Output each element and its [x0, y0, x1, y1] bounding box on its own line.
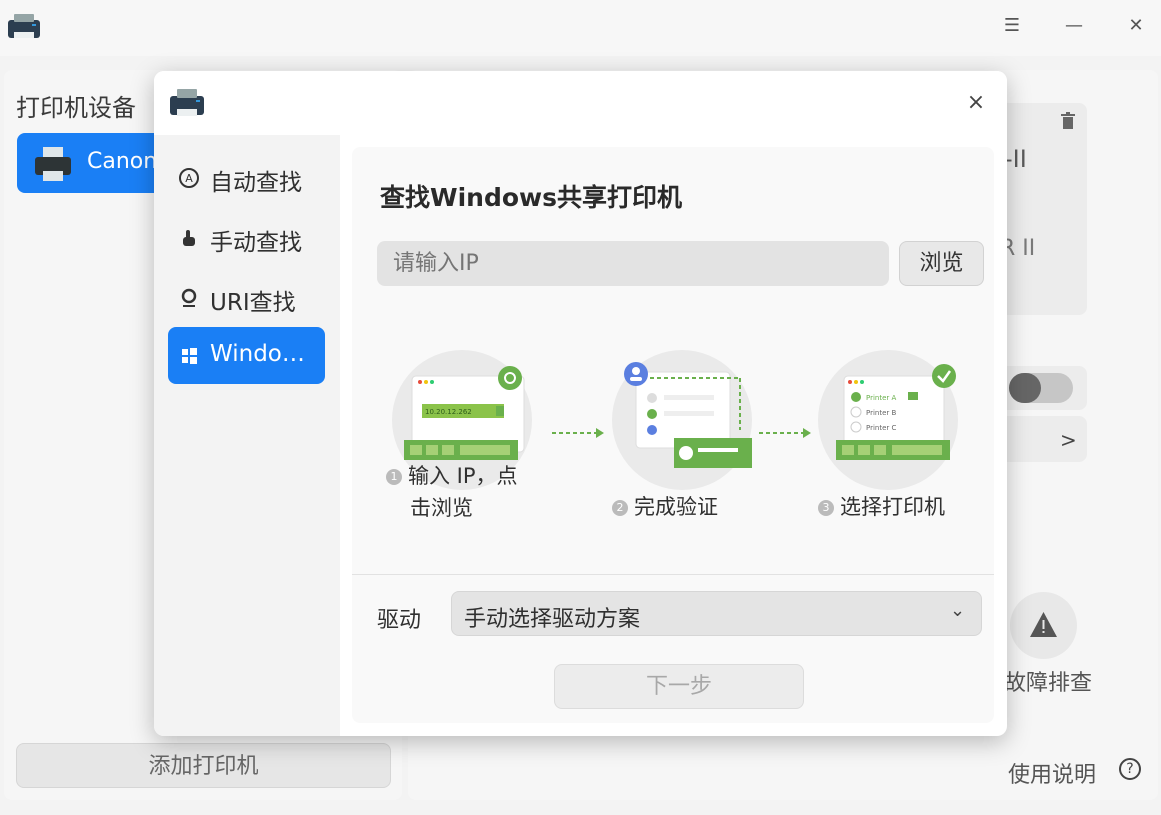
shared-toggle[interactable]	[1009, 373, 1073, 403]
step-1-label: 1 输入 IP，点 击浏览	[386, 460, 518, 524]
printer-app-icon	[170, 89, 204, 116]
auto-search-icon: A	[179, 168, 199, 188]
help-link[interactable]: 使用说明	[1008, 757, 1096, 789]
dialog-close-button[interactable]: ×	[962, 89, 990, 117]
svg-text:A: A	[185, 172, 193, 185]
browse-button[interactable]: 浏览	[899, 241, 984, 286]
troubleshoot-button[interactable]	[1010, 592, 1077, 659]
ip-input[interactable]	[377, 241, 889, 286]
step-number: 3	[818, 500, 834, 516]
warning-icon	[1030, 612, 1057, 637]
step-1-line2: 击浏览	[410, 496, 473, 520]
windows-logo-icon	[182, 348, 197, 364]
printer-list-title: 打印机设备	[16, 94, 136, 122]
main-titlebar: ☰ — ✕	[0, 0, 1161, 56]
step-number: 1	[386, 469, 402, 485]
driver-label: 驱动	[377, 608, 422, 633]
chevron-right-icon: >	[1060, 428, 1077, 452]
arrow-right-icon	[759, 428, 811, 438]
location-pin-icon	[181, 288, 197, 307]
step-2-label: 2 完成验证	[612, 491, 718, 523]
nav-label: 自动查找	[210, 170, 302, 196]
nav-label: URI查找	[210, 290, 296, 316]
driver-select-value: 手动选择驱动方案	[464, 607, 641, 632]
nav-label: Windo…	[210, 341, 305, 367]
step-3-text: 选择打印机	[840, 495, 945, 519]
verification-illustration	[624, 362, 752, 468]
troubleshoot-label: 故障排查	[1004, 671, 1093, 696]
ip-example-text: 10.20.12.262	[425, 408, 472, 416]
hamburger-menu-icon[interactable]: ☰	[994, 12, 1030, 40]
question-circle-icon[interactable]: ?	[1119, 758, 1141, 780]
printer-option: Printer A	[866, 394, 897, 402]
step-1-line1: 输入 IP，点	[408, 464, 518, 488]
step-3-label: 3 选择打印机	[818, 491, 945, 523]
step-2-illustration	[612, 350, 752, 490]
add-printer-button[interactable]: 添加打印机	[16, 743, 391, 788]
arrow-right-icon	[552, 428, 604, 438]
next-step-button[interactable]: 下一步	[554, 664, 804, 709]
trash-icon[interactable]	[1060, 112, 1076, 130]
select-printer-illustration: Printer A Printer B Printer C	[836, 364, 956, 460]
printer-option: Printer C	[866, 424, 897, 432]
printer-model-text: -II	[1004, 145, 1027, 173]
chevron-down-icon: ⌄	[950, 600, 966, 621]
toggle-knob	[1009, 373, 1041, 403]
dialog-header: ×	[154, 71, 1007, 135]
divider	[352, 574, 994, 575]
panel-title: 查找Windows共享打印机	[380, 183, 682, 212]
step-3-illustration: Printer A Printer B Printer C	[818, 350, 958, 490]
hand-pointer-icon	[183, 230, 195, 246]
nav-windows-search[interactable]: Windo…	[168, 327, 325, 384]
nav-label: 手动查找	[210, 230, 302, 256]
step-number: 2	[612, 500, 628, 516]
close-icon[interactable]: ✕	[1118, 12, 1154, 40]
driver-select[interactable]: 手动选择驱动方案 ⌄	[451, 591, 982, 636]
printer-option: Printer B	[866, 409, 897, 417]
printer-icon	[35, 147, 71, 181]
minimize-icon[interactable]: —	[1056, 12, 1092, 40]
printer-app-icon	[8, 14, 40, 38]
nav-auto-search[interactable]: A 自动查找	[168, 149, 325, 206]
nav-manual-search[interactable]: 手动查找	[168, 209, 325, 266]
nav-uri-search[interactable]: URI查找	[168, 269, 325, 326]
printer-list-item[interactable]: Canon	[17, 133, 167, 193]
step-2-text: 完成验证	[634, 495, 718, 519]
printer-name: Canon	[87, 149, 158, 174]
